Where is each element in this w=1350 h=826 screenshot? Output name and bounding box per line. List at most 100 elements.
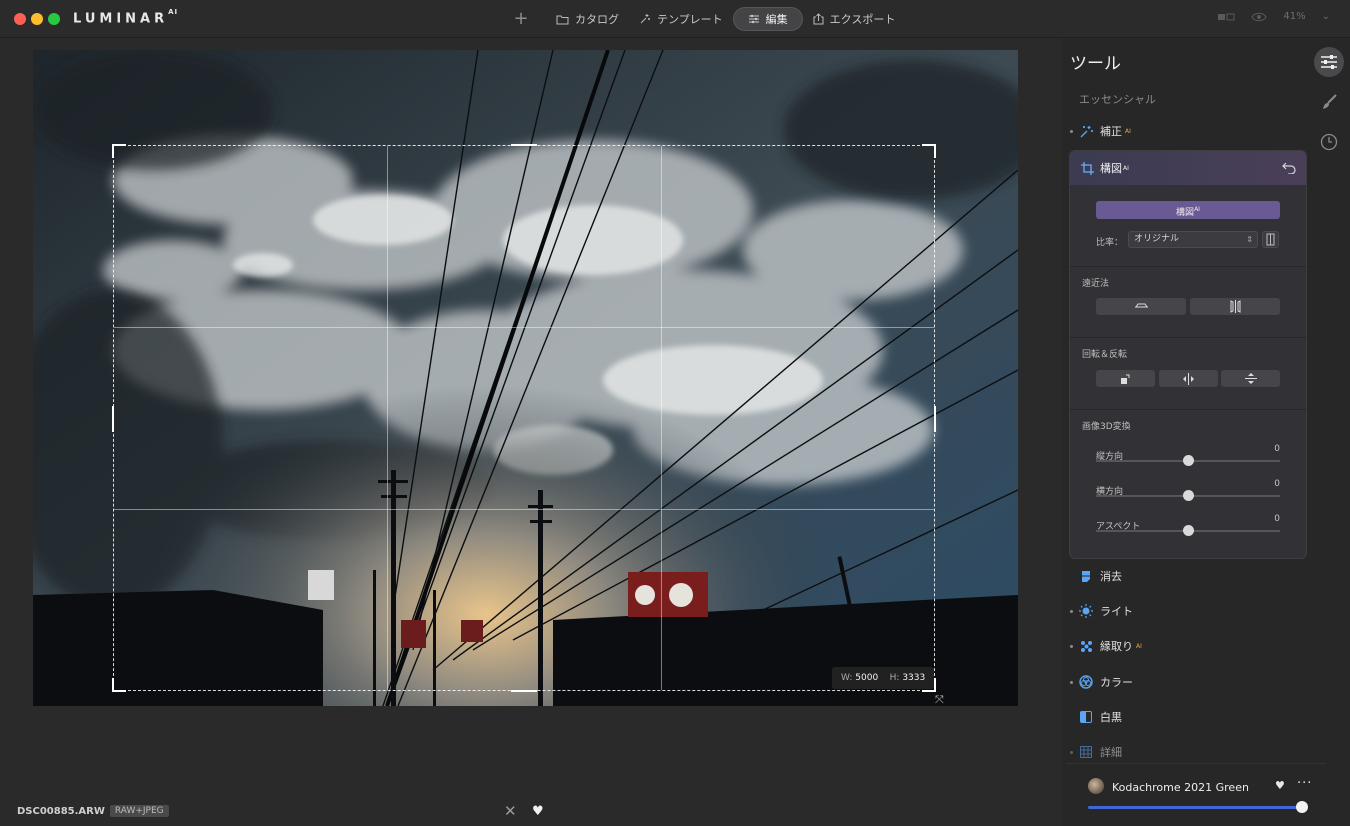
preset-thumbnail (1088, 778, 1104, 794)
rotate-icon (1120, 374, 1129, 384)
transform-3d-label: 画像3D変換 (1082, 422, 1131, 432)
slider-value: 0 (1274, 479, 1280, 489)
crop-frame[interactable] (112, 144, 936, 692)
crop-grid-line (661, 146, 662, 690)
orientation-icon (1266, 233, 1275, 246)
tab-edit[interactable]: 編集 (732, 7, 803, 31)
title-bar: LUMINARAI + カタログ テンプレート 編集 エクスポート 41% ⌄ (0, 0, 1350, 38)
zoom-window-button[interactable] (48, 13, 60, 25)
crop-icon (1081, 161, 1094, 175)
swap-orientation-button[interactable] (1262, 231, 1279, 248)
essentials-section-label: エッセンシャル (1079, 93, 1156, 106)
crop-handle-left[interactable] (112, 406, 114, 432)
slider-value: 0 (1274, 514, 1280, 524)
edited-dot (1070, 129, 1073, 133)
app-logo: LUMINARAI (73, 8, 179, 27)
tools-tab-button[interactable] (1314, 47, 1344, 77)
reject-button[interactable]: ✕ (504, 803, 517, 819)
ratio-select[interactable]: オリジナル ⇕ (1128, 231, 1258, 248)
undo-icon[interactable] (1282, 160, 1296, 174)
vertical-slider[interactable]: 縦方向 0 (1096, 444, 1280, 466)
tab-catalog-label: カタログ (575, 13, 619, 26)
preset-amount-knob[interactable] (1296, 801, 1308, 813)
tool-bw[interactable]: 白黒 (1070, 704, 1306, 730)
tab-edit-label: 編集 (765, 13, 788, 26)
enhance-icon (1079, 124, 1093, 138)
tool-light-label: ライト (1100, 605, 1133, 618)
composition-ai-label: 構図 (1176, 208, 1195, 218)
preset-favorite-icon[interactable]: ♥ (1275, 779, 1285, 792)
preset-amount-track[interactable] (1088, 806, 1302, 809)
favorite-button[interactable]: ♥ (532, 804, 544, 820)
crop-handle-bottom[interactable] (511, 690, 537, 692)
horizontal-perspective-button[interactable] (1096, 298, 1186, 315)
crop-handle-top-left[interactable] (112, 144, 126, 158)
crop-handle-right[interactable] (934, 406, 936, 432)
slider-knob[interactable] (1183, 490, 1194, 501)
main-nav: + カタログ テンプレート 編集 エクスポート (510, 7, 905, 31)
divider (1070, 337, 1306, 338)
crop-handle-bottom-left[interactable] (112, 678, 126, 692)
zoom-level[interactable]: 41% (1283, 11, 1305, 22)
rotate-button[interactable] (1096, 370, 1155, 387)
composition-header[interactable]: 構図 AI (1070, 151, 1306, 185)
width-label: W: (841, 673, 853, 683)
crop-handle-top-right[interactable] (922, 144, 936, 158)
tool-erase[interactable]: 消去 (1070, 563, 1306, 589)
add-photos-button[interactable]: + (510, 7, 532, 31)
slider-knob[interactable] (1183, 525, 1194, 536)
edited-dot (1070, 750, 1073, 754)
tool-light[interactable]: ライト (1070, 598, 1306, 624)
rotate-flip-label: 回転＆反転 (1082, 350, 1128, 360)
tool-structure[interactable]: 縁取り AI (1070, 633, 1306, 659)
horizontal-slider[interactable]: 横方向 0 (1096, 479, 1280, 501)
aspect-slider[interactable]: アスペクト 0 (1096, 514, 1280, 536)
brush-icon (1323, 94, 1337, 109)
compare-icon[interactable] (1217, 12, 1235, 22)
tool-enhance[interactable]: 補正 AI (1070, 118, 1306, 144)
bw-icon (1079, 710, 1093, 724)
edited-dot (1070, 609, 1073, 613)
tool-color[interactable]: カラー (1070, 669, 1306, 695)
sparkle-icon (640, 14, 650, 24)
tools-panel: ツール エッセンシャル 補正AI 構図AI 構図AI 比率： オリジナル ⇕ (1062, 39, 1350, 826)
file-name: DSC00885.ARW (17, 805, 105, 817)
composition-ai-button[interactable]: 構図AI (1096, 201, 1280, 219)
perspective-label: 遠近法 (1082, 279, 1110, 289)
composition-title: 構図 (1100, 162, 1122, 175)
brush-tab-button[interactable] (1314, 87, 1344, 117)
ai-badge: AI (1125, 127, 1131, 135)
free-resize-icon[interactable]: ⤧ (935, 693, 944, 707)
tool-erase-label: 消去 (1100, 570, 1122, 583)
share-icon (813, 13, 824, 25)
structure-icon (1079, 639, 1093, 653)
history-tab-button[interactable] (1314, 127, 1344, 157)
vertical-perspective-button[interactable] (1190, 298, 1280, 315)
minimize-window-button[interactable] (31, 13, 43, 25)
eye-icon[interactable] (1251, 12, 1267, 22)
crop-width-value: 5000 (855, 673, 879, 683)
slider-knob[interactable] (1183, 455, 1194, 466)
tab-catalog[interactable]: カタログ (546, 7, 629, 31)
slider-value: 0 (1274, 444, 1280, 454)
ratio-label: 比率： (1096, 238, 1124, 248)
more-options-icon[interactable]: ··· (1297, 776, 1312, 791)
height-label: H: (889, 673, 900, 683)
flip-vertical-button[interactable] (1221, 370, 1280, 387)
tool-details[interactable]: 詳細 (1070, 739, 1306, 765)
preset-name: Kodachrome 2021 Green (1112, 781, 1249, 794)
tab-export[interactable]: エクスポート (803, 7, 906, 31)
flip-horizontal-button[interactable] (1159, 370, 1218, 387)
tab-templates[interactable]: テンプレート (629, 7, 733, 31)
horizontal-perspective-icon (1134, 303, 1148, 308)
crop-handle-top[interactable] (511, 144, 537, 146)
chevron-down-icon[interactable]: ⌄ (1322, 11, 1330, 22)
tab-templates-label: テンプレート (657, 13, 723, 26)
panel-title: ツール (1070, 54, 1121, 74)
crop-size-badge: W: 5000 H: 3333 (832, 667, 935, 689)
ai-badge: AI (1123, 164, 1129, 172)
divider (1070, 266, 1306, 267)
sliders-icon (1321, 55, 1337, 69)
updown-chevron-icon: ⇕ (1246, 235, 1253, 244)
close-window-button[interactable] (14, 13, 26, 25)
